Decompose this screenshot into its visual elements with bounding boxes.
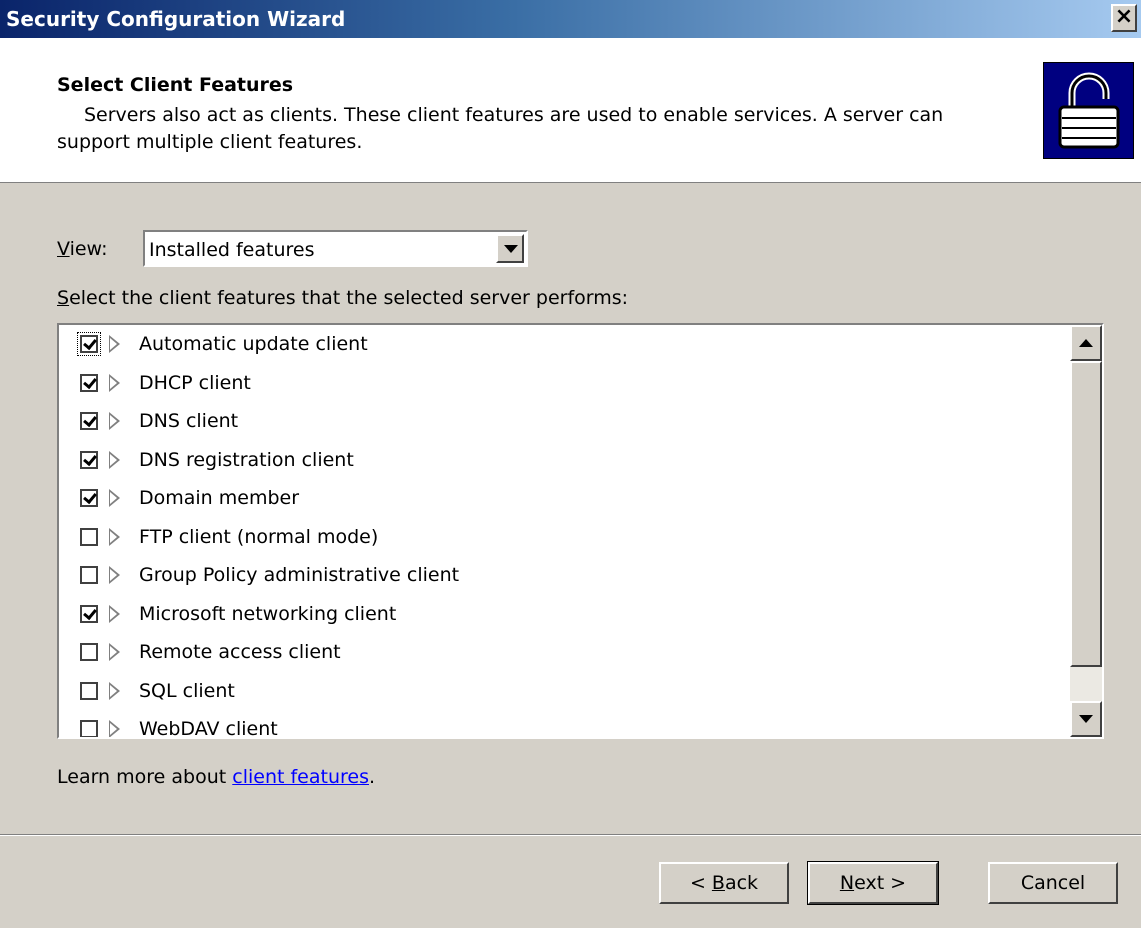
feature-checkbox[interactable]	[80, 489, 98, 507]
feature-checkbox[interactable]	[80, 450, 98, 469]
client-features-list[interactable]: Automatic update client DHCP client DNS cl…	[57, 323, 1104, 739]
view-label: View:	[57, 238, 108, 260]
back-button[interactable]: < Back	[659, 862, 789, 904]
expand-arrow-icon[interactable]	[109, 720, 120, 737]
scroll-up-button[interactable]	[1070, 325, 1102, 361]
expand-arrow-icon[interactable]	[109, 335, 120, 353]
page-title: Select Client Features	[57, 74, 294, 96]
page-description-line2: support multiple client features.	[57, 131, 363, 153]
expand-arrow-icon[interactable]	[109, 527, 120, 546]
list-item[interactable]: DHCP client	[59, 364, 1069, 403]
close-button[interactable]: ×	[1111, 4, 1137, 32]
chevron-down-icon[interactable]	[496, 234, 524, 263]
footer-divider	[0, 834, 1141, 836]
list-item[interactable]: FTP client (normal mode)	[59, 518, 1069, 557]
feature-checkbox[interactable]	[80, 681, 98, 700]
page-description-line1: Servers also act as clients. These clien…	[84, 104, 944, 126]
feature-label: Remote access client	[139, 641, 341, 663]
feature-checkbox[interactable]	[80, 527, 98, 546]
feature-label: Group Policy administrative client	[139, 564, 460, 586]
expand-arrow-icon[interactable]	[109, 643, 120, 661]
list-item[interactable]: Microsoft networking client	[59, 595, 1069, 634]
view-dropdown[interactable]: Installed features	[143, 230, 528, 267]
scroll-down-button[interactable]	[1070, 701, 1102, 737]
list-item[interactable]: Automatic update client	[59, 325, 1069, 364]
cancel-button[interactable]: Cancel	[988, 862, 1118, 904]
expand-arrow-icon[interactable]	[109, 450, 120, 469]
feature-label: FTP client (normal mode)	[139, 525, 379, 548]
wizard-header: Select Client Features Servers also act …	[0, 38, 1141, 183]
feature-label: Automatic update client	[139, 333, 368, 355]
list-item[interactable]: DNS client	[59, 402, 1069, 441]
close-icon: ×	[1114, 4, 1134, 29]
feature-label: DHCP client	[139, 371, 251, 394]
feature-checkbox[interactable]	[77, 332, 101, 356]
expand-arrow-icon[interactable]	[109, 489, 120, 507]
window-title: Security Configuration Wizard	[6, 7, 346, 31]
feature-label: WebDAV client	[139, 718, 278, 739]
feature-checkbox[interactable]	[80, 643, 98, 661]
scroll-thumb[interactable]	[1070, 361, 1102, 667]
feature-checkbox[interactable]	[80, 566, 98, 584]
feature-checkbox[interactable]	[80, 604, 98, 623]
feature-label: SQL client	[139, 679, 235, 702]
feature-list-label: Select the client features that the sele…	[57, 287, 629, 309]
vertical-scrollbar[interactable]	[1070, 325, 1102, 737]
feature-label: Microsoft networking client	[139, 602, 397, 625]
list-item[interactable]: SQL client	[59, 672, 1069, 711]
feature-label: DNS client	[139, 410, 239, 432]
feature-label: Domain member	[139, 487, 300, 509]
feature-checkbox[interactable]	[80, 373, 98, 392]
list-item[interactable]: Domain member	[59, 479, 1069, 518]
expand-arrow-icon[interactable]	[109, 604, 120, 623]
list-item[interactable]: Group Policy administrative client	[59, 556, 1069, 595]
client-features-link[interactable]: client features	[232, 766, 369, 788]
learn-more-text: Learn more about client features.	[57, 766, 376, 788]
next-button[interactable]: Next >	[807, 861, 939, 905]
list-item[interactable]: Remote access client	[59, 633, 1069, 672]
list-item[interactable]: WebDAV client	[59, 710, 1069, 739]
expand-arrow-icon[interactable]	[109, 566, 120, 584]
expand-arrow-icon[interactable]	[109, 681, 120, 700]
view-dropdown-value: Installed features	[149, 239, 315, 261]
list-item[interactable]: DNS registration client	[59, 441, 1069, 480]
feature-label: DNS registration client	[139, 448, 354, 471]
title-bar[interactable]: Security Configuration Wizard ×	[0, 0, 1141, 38]
feature-checkbox[interactable]	[80, 720, 98, 737]
expand-arrow-icon[interactable]	[109, 373, 120, 392]
expand-arrow-icon[interactable]	[109, 412, 120, 430]
padlock-icon	[1043, 62, 1134, 159]
feature-checkbox[interactable]	[80, 412, 98, 430]
